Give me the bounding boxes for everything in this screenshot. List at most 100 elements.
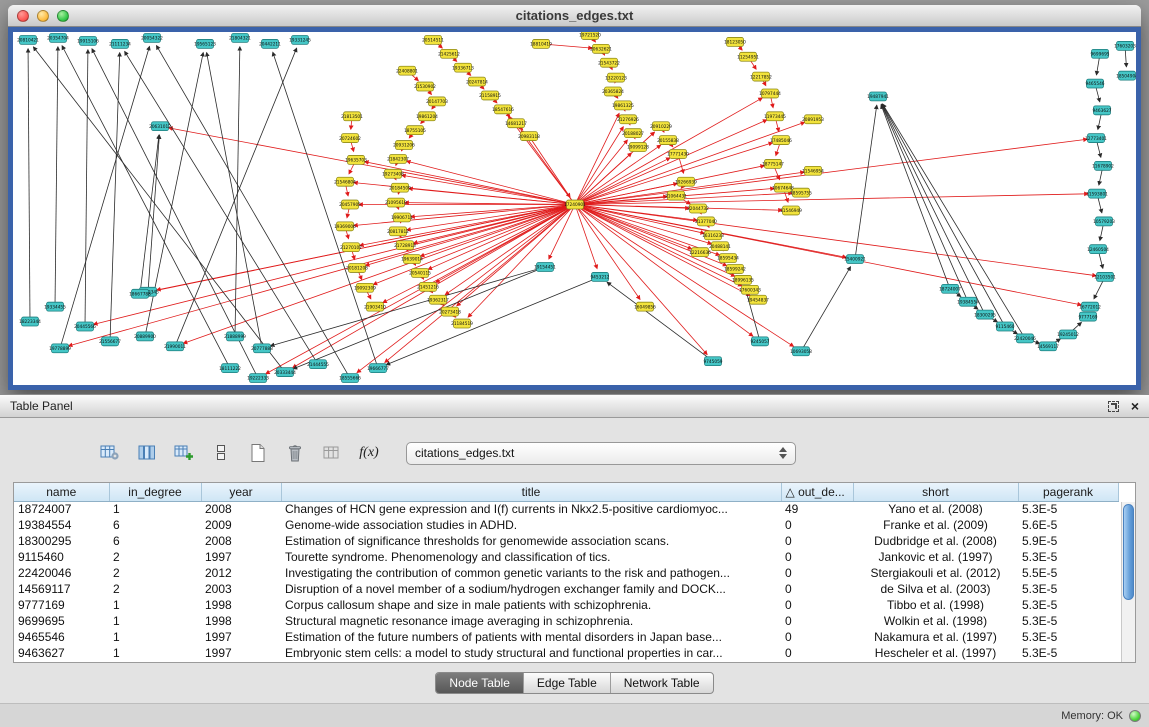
tab-node-table[interactable]: Node Table xyxy=(436,673,524,693)
graph-node[interactable]: 17603203 xyxy=(1114,41,1136,50)
cell-name[interactable]: 14569117 xyxy=(14,581,109,597)
graph-node[interactable]: 18555666 xyxy=(339,374,361,383)
graph-node[interactable]: 18724007 xyxy=(939,284,961,293)
graph-node[interactable]: 18300295 xyxy=(974,310,996,319)
graph-node[interactable]: 19565123 xyxy=(194,39,216,48)
cell-in_degree[interactable]: 2 xyxy=(109,565,201,581)
graph-node[interactable]: 20891953 xyxy=(802,115,824,124)
graph-node[interactable]: 20631012 xyxy=(149,122,171,131)
column-header-in_degree[interactable]: in_degree xyxy=(109,483,201,501)
graph-node[interactable]: 14569117 xyxy=(1037,342,1059,351)
cell-short[interactable]: de Silva et al. (2003) xyxy=(853,581,1018,597)
graph-node[interactable]: 12217852 xyxy=(750,72,772,81)
cell-year[interactable]: 1998 xyxy=(201,597,281,613)
graph-node[interactable]: 20777888 xyxy=(251,344,273,353)
cell-name[interactable]: 9465546 xyxy=(14,629,109,645)
graph-node[interactable]: 19721520 xyxy=(579,32,601,39)
graph-node[interactable]: 12773401 xyxy=(1085,134,1107,143)
graph-node[interactable]: 20333444 xyxy=(274,368,296,377)
cell-pagerank[interactable]: 5.3E-5 xyxy=(1018,645,1118,661)
graph-node[interactable]: 11546954 xyxy=(802,166,824,175)
cell-out_degree[interactable]: 0 xyxy=(781,597,853,613)
cell-year[interactable]: 2012 xyxy=(201,565,281,581)
graph-node[interactable]: 20488141 xyxy=(709,242,731,251)
cell-year[interactable]: 2009 xyxy=(201,517,281,533)
column-header-short[interactable]: short xyxy=(853,483,1018,501)
graph-node[interactable]: 22044732 xyxy=(687,204,709,213)
graph-node[interactable]: 18547616 xyxy=(492,105,514,114)
graph-node[interactable]: 20540115 xyxy=(409,268,431,277)
graph-node[interactable]: 10579203 xyxy=(1093,217,1115,226)
cell-in_degree[interactable]: 2 xyxy=(109,581,201,597)
graph-node[interactable]: 20910229 xyxy=(650,122,672,131)
cell-name[interactable]: 19384554 xyxy=(14,517,109,533)
graph-node[interactable]: 9699695 xyxy=(1090,49,1109,58)
graph-node[interactable]: 12103501 xyxy=(1094,272,1116,281)
graph-node[interactable]: 13220123 xyxy=(605,73,627,82)
graph-node[interactable]: 20184509 xyxy=(389,183,411,192)
cell-out_degree[interactable]: 0 xyxy=(781,581,853,597)
cell-title[interactable]: Tourette syndrome. Phenomenology and cla… xyxy=(281,549,781,565)
table-row[interactable]: 946362711997Embryonic stem cells: a mode… xyxy=(14,645,1118,661)
graph-node[interactable]: 19778899 xyxy=(49,344,71,353)
graph-node[interactable]: 14681217 xyxy=(505,119,527,128)
cell-out_degree[interactable]: 0 xyxy=(781,645,853,661)
cell-pagerank[interactable]: 5.3E-5 xyxy=(1018,549,1118,565)
cell-pagerank[interactable]: 5.5E-5 xyxy=(1018,565,1118,581)
graph-node[interactable]: 20054322 xyxy=(141,33,163,42)
graph-node[interactable]: 17485046 xyxy=(770,136,792,145)
graph-node[interactable]: 22408801 xyxy=(396,66,418,75)
cell-year[interactable]: 2003 xyxy=(201,581,281,597)
cell-in_degree[interactable]: 1 xyxy=(109,501,201,517)
cell-title[interactable]: Disruption of a novel member of a sodium… xyxy=(281,581,781,597)
graph-node[interactable]: 19245012 xyxy=(1057,330,1079,339)
cell-out_degree[interactable]: 0 xyxy=(781,629,853,645)
table-row[interactable]: 2242004622012Investigating the contribut… xyxy=(14,565,1118,581)
graph-node[interactable]: 18599242 xyxy=(724,265,746,274)
graph-node[interactable]: 19331245 xyxy=(289,35,311,44)
delete-table-button[interactable] xyxy=(281,440,309,466)
cell-name[interactable]: 9699695 xyxy=(14,613,109,629)
cell-title[interactable]: Embryonic stem cells: a model to study s… xyxy=(281,645,781,661)
graph-node[interactable]: 20810421 xyxy=(17,35,39,44)
network-graph-canvas[interactable]: 2081042120354704199151062111123420054322… xyxy=(13,32,1136,385)
cell-in_degree[interactable]: 6 xyxy=(109,517,201,533)
table-row[interactable]: 946554611997Estimation of the future num… xyxy=(14,629,1118,645)
graph-node[interactable]: 19336713 xyxy=(452,63,474,72)
cell-year[interactable]: 1997 xyxy=(201,549,281,565)
cell-title[interactable]: Estimation of significance thresholds fo… xyxy=(281,533,781,549)
graph-node[interactable]: 21556677 xyxy=(99,337,121,346)
new-table-button[interactable] xyxy=(244,440,272,466)
table-vertical-scrollbar[interactable] xyxy=(1121,502,1135,662)
graph-node[interactable]: 21546804 xyxy=(334,177,356,186)
cell-name[interactable]: 18300295 xyxy=(14,533,109,549)
graph-node[interactable]: 9453212 xyxy=(590,272,609,281)
graph-node[interactable]: 11546949 xyxy=(780,206,802,215)
graph-node[interactable]: 21903410 xyxy=(364,302,386,311)
row-options-button[interactable] xyxy=(207,440,235,466)
graph-node[interactable]: 18667788 xyxy=(129,289,151,298)
graph-node[interactable]: 9465546 xyxy=(1085,79,1104,88)
graph-node[interactable]: 20445566 xyxy=(74,322,96,331)
graph-node[interactable]: 19384554 xyxy=(957,297,979,306)
graph-node[interactable]: 20181208 xyxy=(346,264,368,273)
graph-node[interactable]: 22420046 xyxy=(1014,334,1036,343)
graph-node[interactable]: 17771430 xyxy=(667,150,689,159)
graph-node[interactable]: 20155838 xyxy=(657,136,679,145)
cell-pagerank[interactable]: 5.3E-5 xyxy=(1018,597,1118,613)
graph-node[interactable]: 21425612 xyxy=(438,49,460,58)
graph-node[interactable]: 19861325 xyxy=(612,101,634,110)
cell-title[interactable]: Corpus callosum shape and size in male p… xyxy=(281,597,781,613)
cell-in_degree[interactable]: 1 xyxy=(109,645,201,661)
table-row[interactable]: 1872400712008Changes of HCN gene express… xyxy=(14,501,1118,517)
graph-node[interactable]: 21095610 xyxy=(385,198,407,207)
network-view[interactable]: 2081042120354704199151062111123420054322… xyxy=(8,27,1141,390)
graph-node[interactable]: 20931206 xyxy=(393,141,415,150)
column-header-pagerank[interactable]: pagerank xyxy=(1018,483,1118,501)
graph-node[interactable]: 20247814 xyxy=(466,77,488,86)
close-window-button[interactable] xyxy=(17,10,29,22)
tab-edge-table[interactable]: Edge Table xyxy=(524,673,611,693)
cell-out_degree[interactable]: 49 xyxy=(781,501,853,517)
graph-node[interactable]: 21888999 xyxy=(224,332,246,341)
cell-out_degree[interactable]: 0 xyxy=(781,517,853,533)
